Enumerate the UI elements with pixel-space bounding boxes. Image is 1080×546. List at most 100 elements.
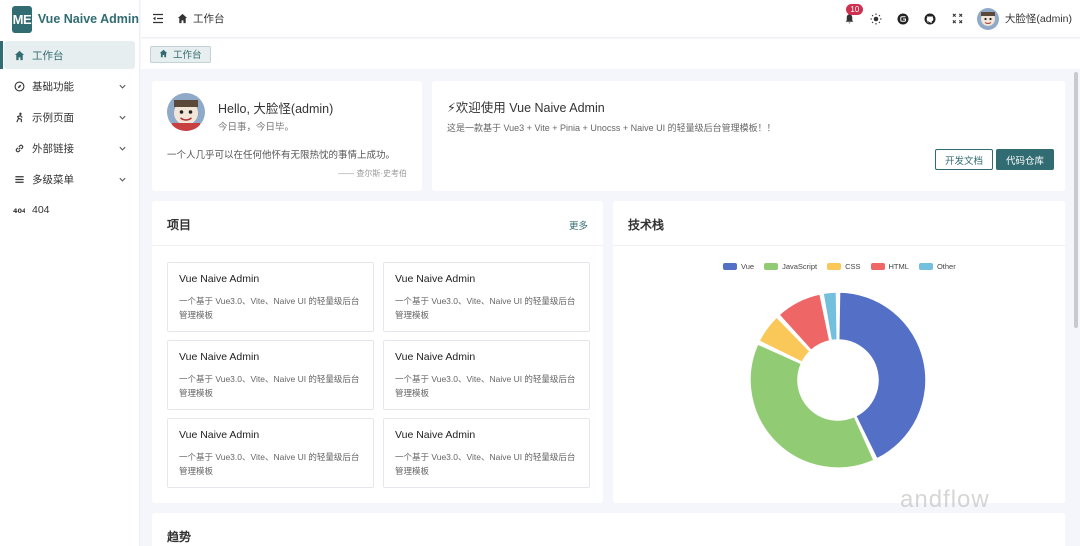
- chevron-down-icon: [117, 112, 127, 122]
- sun-icon[interactable]: [869, 12, 883, 26]
- project-description: 一个基于 Vue3.0、Vite、Naive UI 的轻量级后台管理模板: [179, 374, 360, 398]
- sidebar-menu: 工作台 基础功能 示例页面 外部链接 多级菜单 404 404: [0, 41, 139, 224]
- repo-button[interactable]: 代码仓库: [996, 149, 1055, 170]
- project-card[interactable]: Vue Naive Admin 一个基于 Vue3.0、Vite、Naive U…: [167, 262, 374, 332]
- project-card[interactable]: Vue Naive Admin 一个基于 Vue3.0、Vite、Naive U…: [383, 340, 590, 410]
- tab-label: 工作台: [173, 50, 202, 61]
- tech-stack-card: 技术栈 Vue JavaScript CSS HTML Other: [613, 201, 1065, 503]
- project-description: 一个基于 Vue3.0、Vite、Naive UI 的轻量级后台管理模板: [395, 452, 576, 476]
- divider: [152, 245, 603, 246]
- app-title: Vue Naive Admin: [37, 12, 139, 26]
- project-card[interactable]: Vue Naive Admin 一个基于 Vue3.0、Vite、Naive U…: [167, 340, 374, 410]
- donut-slice-vue[interactable]: [837, 291, 927, 460]
- chevron-down-icon: [117, 81, 127, 91]
- greeting-subtitle: 今日事，今日毕。: [218, 122, 295, 133]
- header-actions: 10 大脸怪(admin): [836, 3, 1080, 30]
- sidebar-item-examples[interactable]: 示例页面: [4, 103, 135, 131]
- sidebar-item-404[interactable]: 404 404: [4, 196, 135, 224]
- sidebar-item-multilevel[interactable]: 多级菜单: [4, 165, 135, 193]
- legend-swatch: [764, 263, 779, 270]
- legend-swatch: [827, 263, 842, 270]
- legend-swatch: [870, 263, 885, 270]
- user-menu[interactable]: 大脸怪(admin): [976, 7, 1072, 30]
- link-icon: [12, 141, 26, 155]
- home-icon: [177, 13, 189, 25]
- legend-item[interactable]: HTML: [870, 262, 909, 271]
- list-icon: [12, 172, 26, 186]
- legend-swatch: [723, 263, 737, 270]
- greeting-title: Hello, 大脸怪(admin): [218, 102, 334, 116]
- sidebar-item-label: 多级菜单: [32, 173, 74, 186]
- project-description: 一个基于 Vue3.0、Vite、Naive UI 的轻量级后台管理模板: [179, 452, 360, 476]
- sidebar-item-workbench[interactable]: 工作台: [0, 41, 135, 69]
- svg-text:404: 404: [13, 207, 25, 214]
- avatar: [976, 7, 999, 30]
- docs-button[interactable]: 开发文档: [935, 149, 994, 170]
- gitee-icon[interactable]: [896, 12, 910, 26]
- notification-badge: 10: [846, 3, 864, 15]
- sidebar-item-label: 基础功能: [32, 80, 74, 93]
- sidebar-item-basic[interactable]: 基础功能: [4, 72, 135, 100]
- logo-badge: ME: [12, 5, 32, 33]
- sidebar-item-label: 404: [32, 204, 50, 216]
- legend-swatch: [918, 263, 933, 270]
- user-name: 大脸怪(admin): [1004, 13, 1072, 25]
- legend-item[interactable]: Vue: [723, 262, 754, 271]
- project-description: 一个基于 Vue3.0、Vite、Naive UI 的轻量级后台管理模板: [395, 374, 576, 398]
- legend-label: Vue: [741, 262, 755, 271]
- welcome-title: ⚡欢迎使用 Vue Naive Admin: [447, 101, 605, 115]
- chevron-down-icon: [117, 143, 127, 153]
- legend-label: HTML: [888, 262, 909, 271]
- home-icon: [159, 49, 169, 59]
- trend-title: 趋势: [167, 530, 192, 544]
- project-description: 一个基于 Vue3.0、Vite、Naive UI 的轻量级后台管理模板: [179, 296, 360, 320]
- home-icon: [12, 48, 26, 62]
- top-header: 工作台 10 大脸怪(admin): [141, 0, 1080, 38]
- legend-label: JavaScript: [782, 262, 818, 271]
- more-link[interactable]: 更多: [569, 218, 588, 232]
- project-card[interactable]: Vue Naive Admin 一个基于 Vue3.0、Vite、Naive U…: [383, 418, 590, 488]
- project-title: Vue Naive Admin: [179, 351, 260, 363]
- sidebar-item-external-links[interactable]: 外部链接: [4, 134, 135, 162]
- breadcrumb-label[interactable]: 工作台: [193, 11, 225, 26]
- legend-label: CSS: [845, 262, 861, 271]
- donut-chart: [749, 291, 927, 469]
- project-description: 一个基于 Vue3.0、Vite、Naive UI 的轻量级后台管理模板: [395, 296, 576, 320]
- scrollbar[interactable]: [1074, 72, 1078, 328]
- logo[interactable]: ME Vue Naive Admin: [0, 0, 139, 38]
- menu-collapse-icon[interactable]: [151, 12, 165, 26]
- sidebar-item-label: 外部链接: [32, 142, 74, 155]
- project-grid: Vue Naive Admin 一个基于 Vue3.0、Vite、Naive U…: [167, 262, 590, 488]
- sidebar-item-label: 示例页面: [32, 111, 74, 124]
- donut-slice-css[interactable]: [758, 315, 812, 364]
- project-title: Vue Naive Admin: [395, 351, 476, 363]
- project-card[interactable]: Vue Naive Admin 一个基于 Vue3.0、Vite、Naive U…: [167, 418, 374, 488]
- welcome-card: ⚡欢迎使用 Vue Naive Admin 这是一款基于 Vue3 + Vite…: [432, 81, 1065, 191]
- bell-icon[interactable]: 10: [842, 3, 864, 26]
- project-title: Vue Naive Admin: [395, 429, 476, 441]
- fullscreen-icon[interactable]: [950, 12, 964, 26]
- 404-icon: 404: [12, 203, 26, 217]
- chart-legend: Vue JavaScript CSS HTML Other: [723, 262, 966, 271]
- sidebar: ME Vue Naive Admin 工作台 基础功能 示例页面 外部链接 多级…: [0, 0, 140, 546]
- project-title: Vue Naive Admin: [179, 273, 260, 285]
- project-card[interactable]: Vue Naive Admin 一个基于 Vue3.0、Vite、Naive U…: [383, 262, 590, 332]
- donut-slice-javascript[interactable]: [749, 342, 876, 469]
- project-title: Vue Naive Admin: [395, 273, 476, 285]
- tab-bar: 工作台: [141, 39, 1080, 69]
- donut-slice-html[interactable]: [777, 292, 831, 352]
- avatar: [167, 93, 205, 131]
- legend-item[interactable]: Other: [918, 262, 956, 271]
- tab-workbench[interactable]: 工作台: [150, 45, 211, 63]
- divider: [613, 245, 1065, 246]
- legend-item[interactable]: CSS: [827, 262, 861, 271]
- project-title: Vue Naive Admin: [179, 429, 260, 441]
- greeting-card: Hello, 大脸怪(admin) 今日事，今日毕。 一个人几乎可以在任何他怀有…: [152, 81, 422, 191]
- sidebar-item-label: 工作台: [32, 49, 64, 62]
- donut-slice-other[interactable]: [822, 291, 839, 342]
- watermark: andflow: [900, 486, 990, 513]
- legend-item[interactable]: JavaScript: [764, 262, 817, 271]
- breadcrumb: 工作台: [177, 11, 225, 26]
- github-icon[interactable]: [923, 12, 937, 26]
- legend-label: Other: [936, 262, 956, 271]
